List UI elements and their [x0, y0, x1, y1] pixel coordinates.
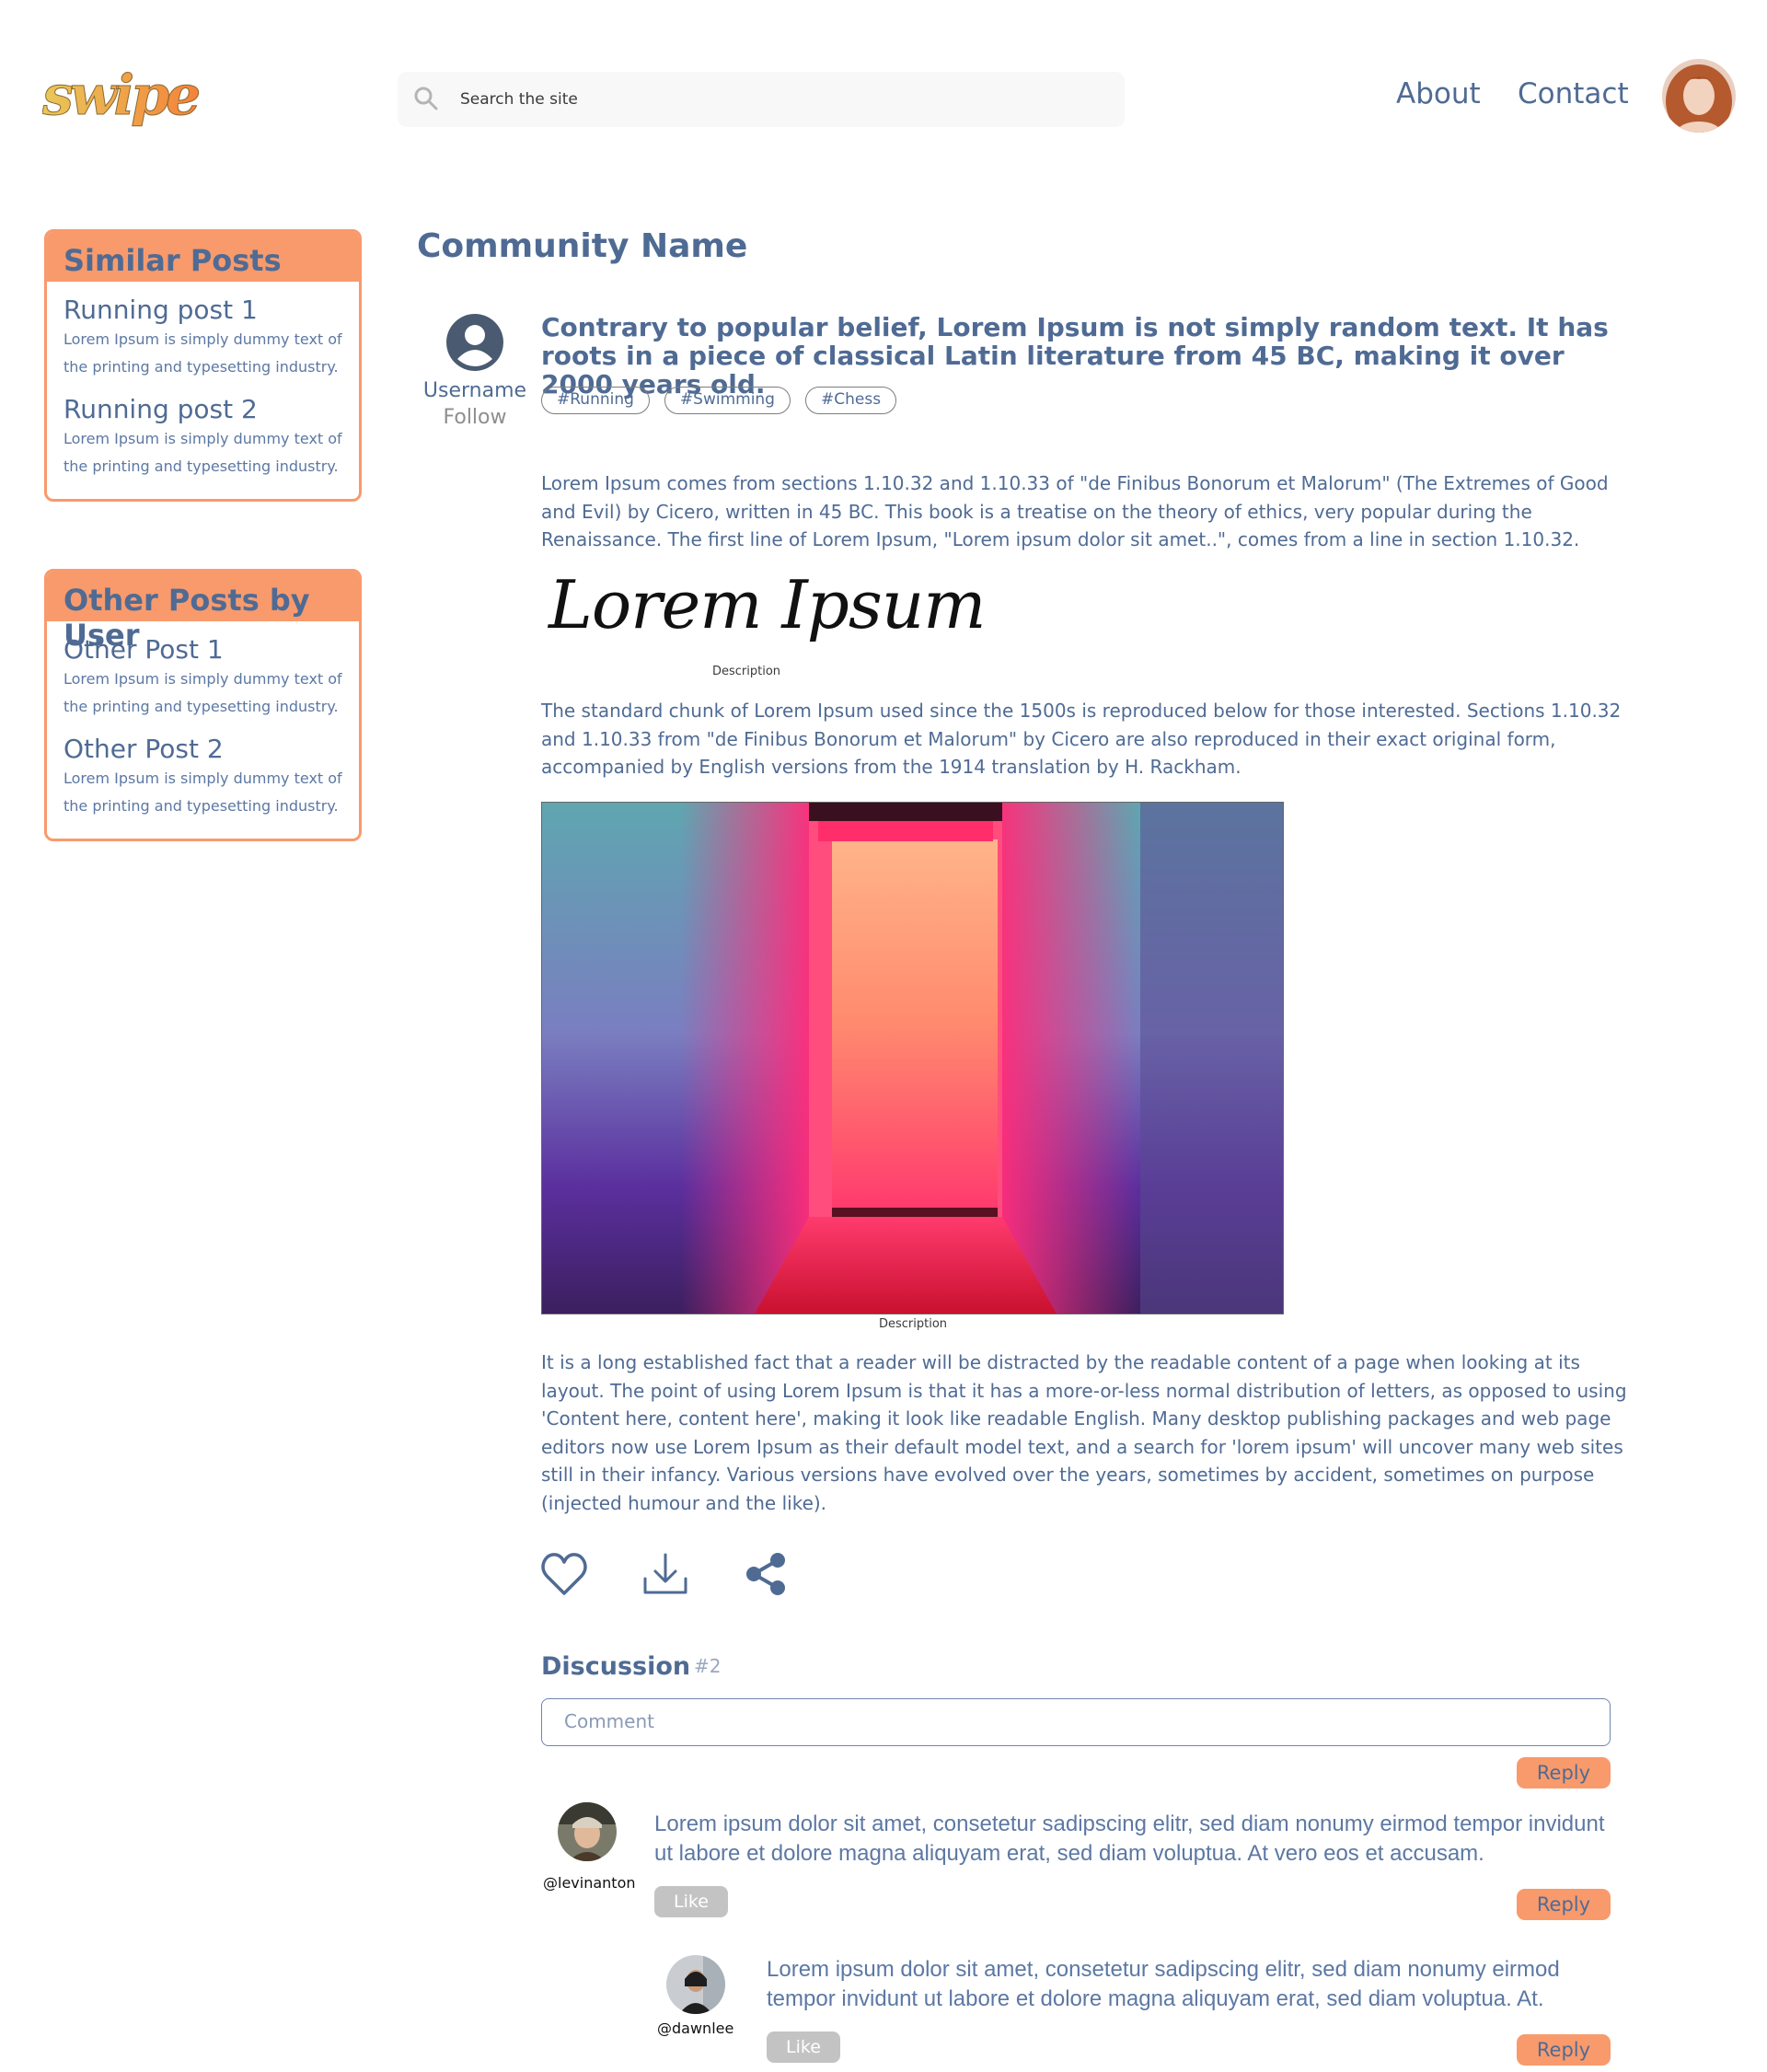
comment-username[interactable]: @levinanton	[543, 1874, 636, 1892]
tag-running[interactable]: #Running	[541, 387, 650, 414]
like-button[interactable]: Like	[654, 1886, 728, 1917]
post-paragraph: It is a long established fact that a rea…	[541, 1351, 1627, 1514]
avatar[interactable]	[558, 1802, 617, 1861]
similar-posts-heading: Similar Posts	[47, 232, 359, 282]
swipe-logo[interactable]: swipe	[42, 57, 208, 140]
post-hero-image	[541, 802, 1284, 1314]
comment-text: Lorem ipsum dolor sit amet, consetetur s…	[654, 1812, 1605, 1866]
profile-avatar[interactable]	[1662, 59, 1736, 133]
post-author: Username Follow	[416, 313, 534, 429]
similar-post-item[interactable]: Running post 2 Lorem Ipsum is simply dum…	[47, 381, 359, 480]
other-post-excerpt: Lorem Ipsum is simply dummy text of the …	[64, 770, 342, 815]
other-post-title[interactable]: Other Post 2	[64, 734, 342, 765]
image-caption: Description	[712, 665, 781, 678]
reply-button[interactable]: Reply	[1517, 2034, 1611, 2066]
comment-username[interactable]: @dawnlee	[657, 2020, 733, 2037]
like-button[interactable]: Like	[767, 2031, 840, 2063]
search-bar[interactable]: Search the site	[398, 72, 1125, 127]
tag-chess[interactable]: #Chess	[804, 387, 897, 414]
reply-button[interactable]: Reply	[1517, 1889, 1611, 1920]
tag-swimming[interactable]: #Swimming	[664, 387, 791, 414]
svg-text:swipe: swipe	[42, 64, 199, 128]
lorem-ipsum-image: Lorem Ipsum	[549, 566, 986, 643]
search-input[interactable]: Search the site	[460, 90, 578, 109]
other-post-excerpt: Lorem Ipsum is simply dummy text of the …	[64, 670, 342, 715]
similar-post-title[interactable]: Running post 2	[64, 394, 342, 425]
other-post-item[interactable]: Other Post 1 Lorem Ipsum is simply dummy…	[47, 621, 359, 721]
discussion-count: #2	[694, 1655, 722, 1677]
comment-input[interactable]: Comment	[541, 1698, 1611, 1746]
nav-about-link[interactable]: About	[1396, 77, 1481, 110]
other-post-title[interactable]: Other Post 1	[64, 634, 342, 666]
other-posts-heading: Other Posts by User	[47, 572, 359, 653]
download-icon[interactable]	[641, 1551, 689, 1597]
community-name[interactable]: Community Name	[417, 227, 747, 265]
post-actions	[540, 1551, 791, 1597]
user-icon[interactable]	[445, 313, 504, 372]
similar-post-title[interactable]: Running post 1	[64, 295, 342, 326]
discussion-heading: Discussion	[541, 1652, 691, 1681]
nav-contact-link[interactable]: Contact	[1518, 77, 1629, 110]
heart-icon[interactable]	[540, 1551, 588, 1597]
avatar[interactable]	[666, 1955, 725, 2014]
post-paragraph: The standard chunk of Lorem Ipsum used s…	[541, 700, 1622, 778]
other-posts-panel: Other Posts by User Other Post 1 Lorem I…	[44, 569, 362, 841]
author-username[interactable]: Username	[416, 379, 534, 402]
comment-text: Lorem ipsum dolor sit amet, consetetur s…	[767, 1957, 1560, 2011]
search-icon	[414, 87, 438, 110]
share-icon[interactable]	[743, 1551, 791, 1597]
similar-post-excerpt: Lorem Ipsum is simply dummy text of the …	[64, 330, 342, 376]
other-post-item[interactable]: Other Post 2 Lorem Ipsum is simply dummy…	[47, 721, 359, 820]
post-paragraph: Lorem Ipsum comes from sections 1.10.32 …	[541, 472, 1609, 550]
image-caption: Description	[879, 1317, 948, 1331]
similar-post-excerpt: Lorem Ipsum is simply dummy text of the …	[64, 430, 342, 475]
reply-button[interactable]: Reply	[1517, 1757, 1611, 1788]
similar-posts-panel: Similar Posts Running post 1 Lorem Ipsum…	[44, 229, 362, 502]
follow-button[interactable]: Follow	[416, 406, 534, 429]
tag-list: #Running #Swimming #Chess	[541, 387, 897, 414]
similar-post-item[interactable]: Running post 1 Lorem Ipsum is simply dum…	[47, 282, 359, 381]
